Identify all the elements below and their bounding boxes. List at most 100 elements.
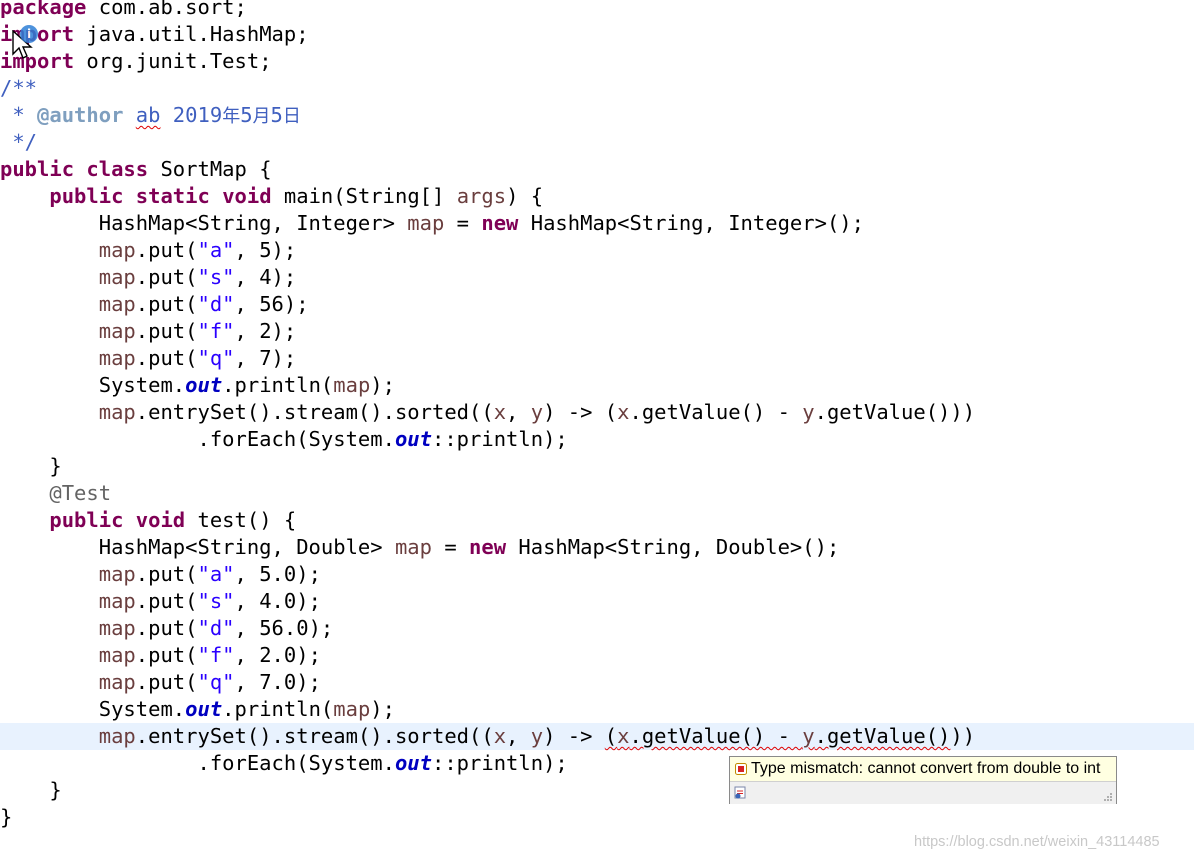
code-token: "s": [197, 589, 235, 613]
code-line[interactable]: import java.util.HashMap;: [0, 21, 309, 48]
code-token: org.junit.Test;: [74, 49, 272, 73]
quick-fix-icon[interactable]: [734, 786, 748, 800]
code-line[interactable]: HashMap<String, Integer> map = new HashM…: [0, 210, 864, 237]
code-token: HashMap<String, Integer>: [0, 211, 408, 235]
error-hover-popup[interactable]: Type mismatch: cannot convert from doubl…: [729, 756, 1117, 804]
code-token: .put(: [135, 346, 198, 370]
code-line[interactable]: map.put("f", 2);: [0, 318, 297, 345]
code-token: , 56.0);: [234, 616, 334, 640]
code-line[interactable]: .forEach(System.out::println);: [0, 750, 568, 777]
hover-message-row[interactable]: Type mismatch: cannot convert from doubl…: [730, 757, 1116, 781]
code-token: HashMap<String, Double>: [0, 535, 395, 559]
code-line[interactable]: }: [0, 777, 61, 804]
code-token: "d": [197, 616, 235, 640]
code-line[interactable]: map.entrySet().stream().sorted((x, y) ->…: [0, 399, 975, 426]
code-token: y: [530, 724, 544, 748]
code-line[interactable]: map.put("q", 7.0);: [0, 669, 321, 696]
code-line[interactable]: map.put("a", 5);: [0, 237, 297, 264]
code-line[interactable]: public void test() {: [0, 507, 296, 534]
code-line[interactable]: public class SortMap {: [0, 156, 272, 183]
code-token: ,: [506, 400, 531, 424]
code-line[interactable]: map.put("q", 7);: [0, 345, 297, 372]
code-token: .put(: [135, 238, 198, 262]
code-line[interactable]: package com.ab.sort;: [0, 0, 247, 21]
code-token: class: [86, 157, 149, 181]
code-token: out: [394, 751, 432, 775]
code-token: args: [456, 184, 507, 208]
code-token: =: [431, 535, 470, 559]
code-token: *: [0, 103, 38, 127]
watermark: https://blog.csdn.net/weixin_43114485: [914, 834, 1160, 850]
code-token: test() {: [185, 508, 297, 532]
code-token: "f": [197, 643, 235, 667]
code-line[interactable]: map.put("f", 2.0);: [0, 642, 321, 669]
code-token: (: [604, 724, 618, 748]
code-token: "q": [197, 670, 235, 694]
code-line[interactable]: import org.junit.Test;: [0, 48, 272, 75]
code-token: java.util.HashMap;: [74, 22, 309, 46]
code-line[interactable]: System.out.println(map);: [0, 696, 395, 723]
code-token: ) ->: [543, 724, 605, 748]
code-token: .getValue(): [814, 724, 951, 748]
code-token: map: [98, 616, 136, 640]
code-line[interactable]: map.put("d", 56);: [0, 291, 309, 318]
code-token: new: [481, 211, 519, 235]
code-token: x: [493, 724, 507, 748]
code-line[interactable]: System.out.println(map);: [0, 372, 395, 399]
code-line[interactable]: map.put("s", 4.0);: [0, 588, 321, 615]
code-line[interactable]: /**: [0, 75, 37, 102]
hover-toolbar: [730, 781, 1116, 804]
code-token: void: [222, 184, 272, 208]
code-token: x: [617, 724, 630, 748]
code-token: "a": [197, 562, 235, 586]
code-line[interactable]: map.put("a", 5.0);: [0, 561, 321, 588]
code-token: ::println);: [431, 751, 568, 775]
code-token: =: [444, 211, 482, 235]
code-line[interactable]: map.put("d", 56.0);: [0, 615, 334, 642]
code-token: }: [0, 805, 13, 829]
code-token: , 7.0);: [234, 670, 321, 694]
code-token: map: [333, 697, 371, 721]
code-token: .put(: [135, 616, 198, 640]
code-token: map: [98, 643, 136, 667]
code-token: ab: [135, 103, 161, 127]
code-line[interactable]: * @author ab 2019年5月5日: [0, 102, 301, 129]
code-token: 日: [282, 106, 301, 127]
code-line[interactable]: map.entrySet().stream().sorted((x, y) ->…: [0, 723, 1194, 750]
code-token: map: [394, 535, 432, 559]
code-token: .forEach(System.: [0, 427, 395, 451]
code-token: ) -> (: [543, 400, 618, 424]
resize-grip-icon[interactable]: [1103, 792, 1113, 802]
code-token: public: [49, 508, 124, 532]
code-line[interactable]: HashMap<String, Double> map = new HashMa…: [0, 534, 840, 561]
code-token: .entrySet().stream().sorted((: [135, 400, 494, 424]
code-line[interactable]: */: [0, 129, 37, 156]
code-token: ::println);: [431, 427, 568, 451]
code-line[interactable]: map.put("s", 4);: [0, 264, 297, 291]
code-token: map: [98, 724, 136, 748]
code-token: map: [407, 211, 445, 235]
code-line[interactable]: @Test: [0, 480, 111, 507]
code-token: map: [98, 292, 136, 316]
code-line[interactable]: .forEach(System.out::println);: [0, 426, 568, 453]
error-marker-icon: [735, 763, 747, 775]
code-token: .put(: [135, 265, 198, 289]
code-token: , 2);: [234, 319, 297, 343]
code-line[interactable]: }: [0, 453, 61, 480]
code-line[interactable]: }: [0, 804, 12, 831]
code-editor[interactable]: package com.ab.sort;import java.util.Has…: [0, 0, 1194, 862]
code-token: .put(: [135, 562, 198, 586]
code-token: )): [950, 724, 976, 748]
code-token: y: [530, 400, 544, 424]
code-line[interactable]: public static void main(String[] args) {: [0, 183, 543, 210]
code-token: HashMap<String, Double>();: [506, 535, 840, 559]
code-token: map: [98, 346, 136, 370]
